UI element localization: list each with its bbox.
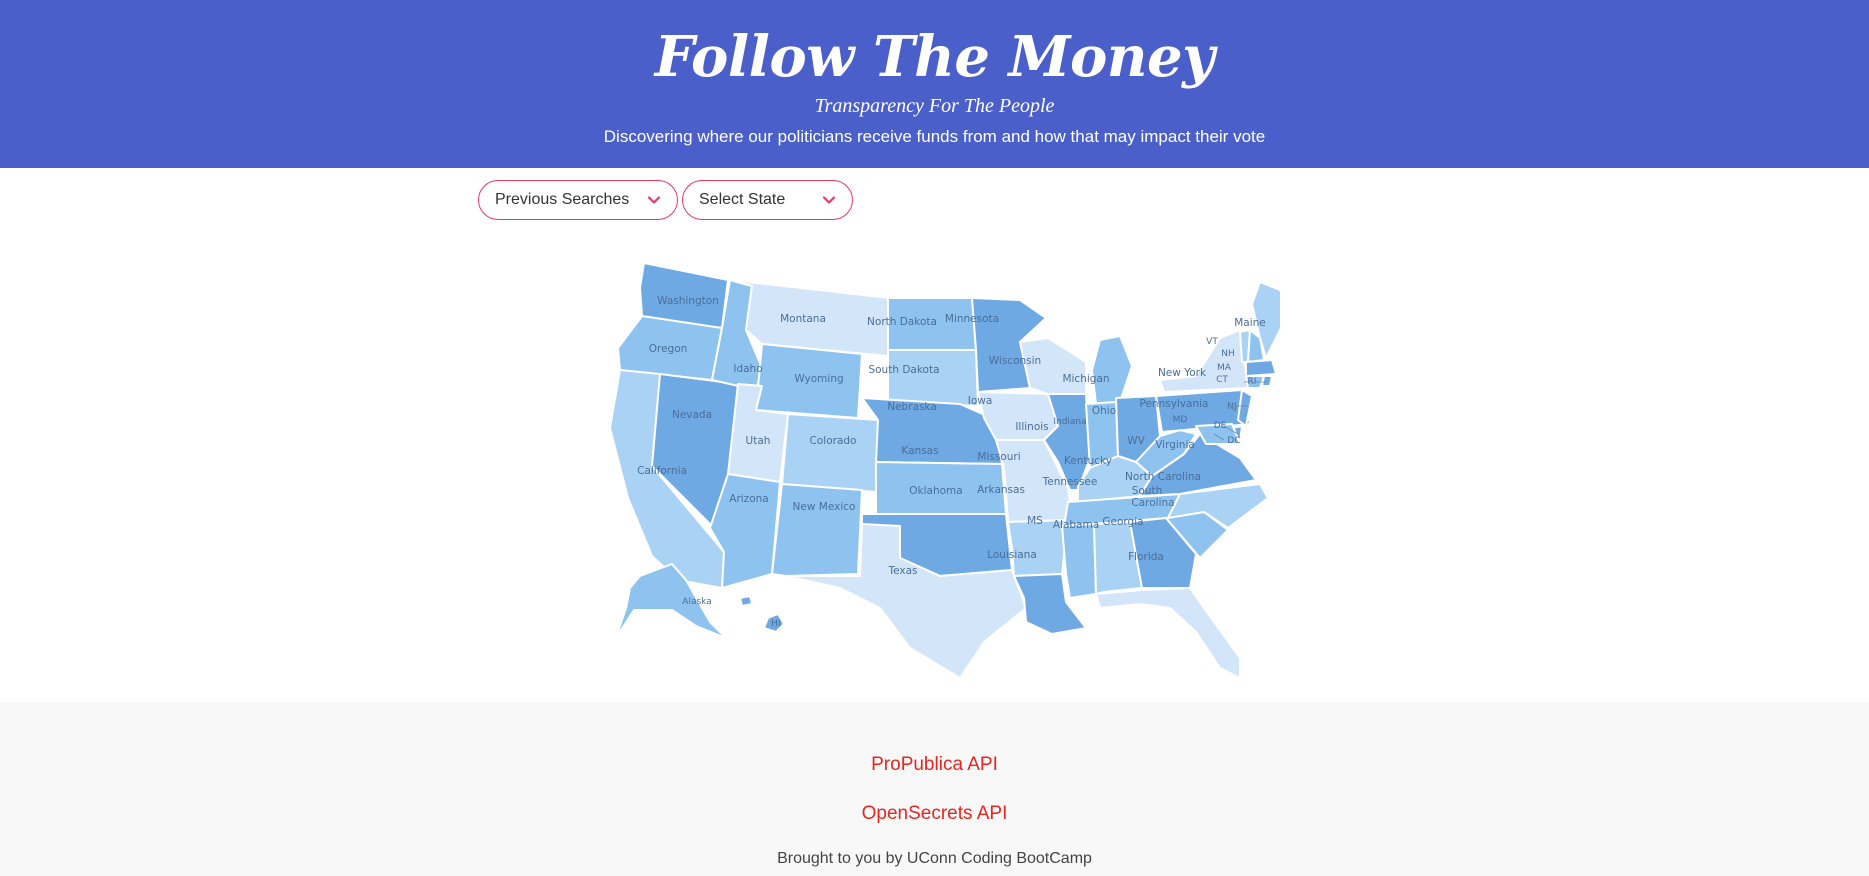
state-south-dakota[interactable] — [887, 349, 979, 407]
state-colorado[interactable] — [781, 413, 879, 493]
state-mississippi[interactable] — [1061, 523, 1097, 599]
us-map-svg: Washington Oregon California Nevada Idah… — [609, 262, 1291, 679]
chevron-down-icon — [822, 196, 836, 204]
select-state-dropdown[interactable]: Select State — [682, 180, 853, 220]
state-hawaii[interactable] — [763, 613, 785, 633]
previous-searches-dropdown[interactable]: Previous Searches — [478, 180, 678, 220]
site-header: Follow The Money Transparency For The Pe… — [0, 0, 1869, 168]
previous-searches-label: Previous Searches — [495, 191, 630, 208]
propublica-api-link[interactable]: ProPublica API — [0, 754, 1869, 776]
site-footer: ProPublica API OpenSecrets API Brought t… — [0, 702, 1869, 876]
opensecrets-api-link[interactable]: OpenSecrets API — [0, 803, 1869, 825]
state-wyoming[interactable] — [755, 343, 863, 419]
hawaii-island-small — [739, 595, 753, 607]
chevron-down-icon — [647, 196, 661, 204]
state-north-dakota[interactable] — [887, 297, 977, 351]
page-title: Follow The Money — [654, 24, 1215, 90]
state-michigan[interactable] — [1091, 335, 1133, 405]
select-state-label: Select State — [699, 191, 786, 208]
state-wisconsin[interactable] — [1019, 337, 1087, 399]
state-rhode-island[interactable] — [1261, 375, 1273, 387]
state-arkansas[interactable] — [1007, 519, 1069, 577]
state-new-mexico[interactable] — [771, 483, 863, 577]
footer-credit: Brought to you by UConn Coding BootCamp — [777, 850, 1092, 867]
state-massachusetts[interactable] — [1245, 359, 1277, 377]
page-tagline: Discovering where our politicians receiv… — [603, 127, 1266, 146]
state-montana[interactable] — [729, 279, 891, 357]
page-subtitle: Transparency For The People — [814, 95, 1055, 117]
state-kansas[interactable] — [875, 461, 1007, 515]
state-new-york[interactable] — [1159, 329, 1249, 393]
us-map: Washington Oregon California Nevada Idah… — [600, 258, 1291, 679]
state-florida[interactable] — [1095, 587, 1241, 679]
